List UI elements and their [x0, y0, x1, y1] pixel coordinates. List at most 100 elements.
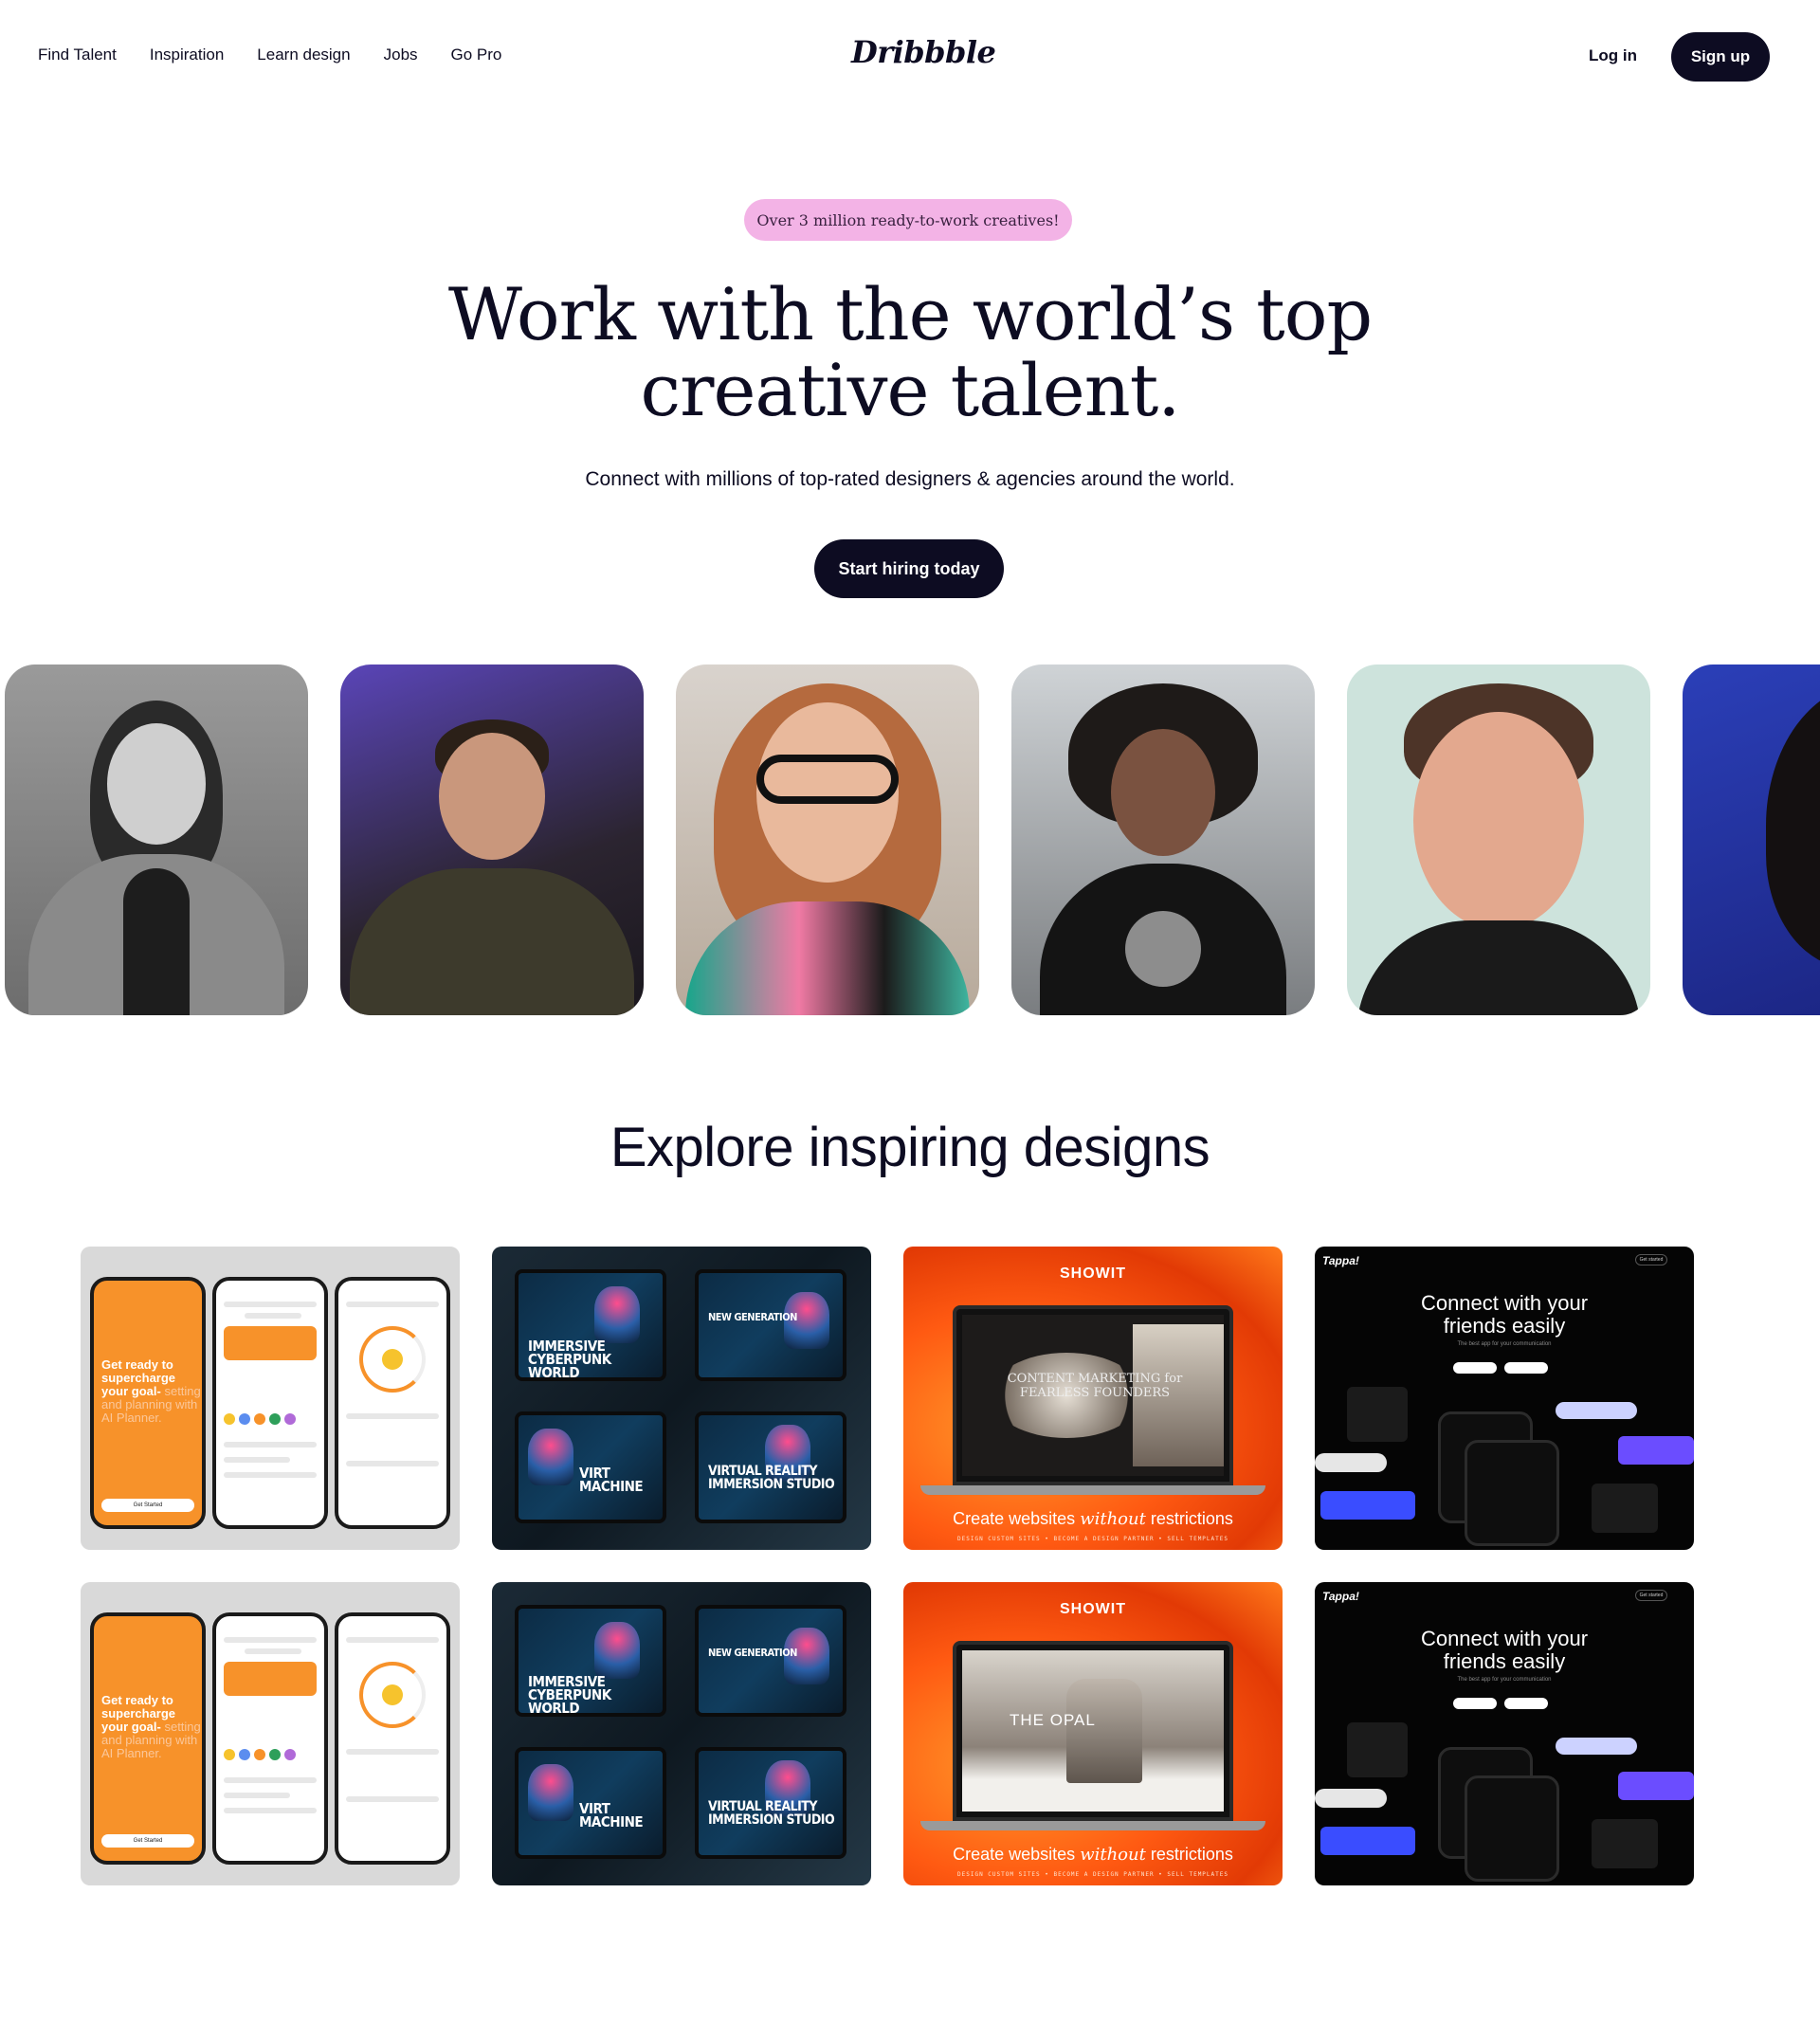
shot-ai-planner[interactable]: Get ready to supercharge your goal- sett… [81, 1582, 460, 1885]
ui-bar [224, 1808, 317, 1813]
showit-logo: SHOWIT [1060, 1265, 1126, 1282]
ui-bar [224, 1302, 317, 1307]
phone-mockup [335, 1612, 450, 1865]
ui-bar [224, 1472, 317, 1478]
ui-bar [346, 1413, 439, 1419]
category-dots [224, 1749, 296, 1760]
designer-body [685, 901, 970, 1015]
message-bubble [1618, 1772, 1694, 1800]
ui-bar [346, 1302, 439, 1307]
ui-bar [224, 1793, 290, 1798]
designer-video-card[interactable] [1683, 665, 1820, 1015]
shot-showit[interactable]: SHOWIT THE OPAL Create websites without … [903, 1582, 1283, 1885]
shot-cyberpunk[interactable]: IMMERSIVE CYBERPUNK WORLD NEW GENERATION… [492, 1582, 871, 1885]
vr-figure [528, 1764, 573, 1821]
laptop-mockup: CONTENT MARKETING for FEARLESS FOUNDERS [953, 1305, 1233, 1485]
login-link[interactable]: Log in [1589, 46, 1637, 65]
planner-get-started: Get Started [101, 1499, 194, 1512]
signup-button[interactable]: Sign up [1671, 32, 1770, 82]
shot-ai-planner[interactable]: Get ready to supercharge your goal- sett… [81, 1247, 460, 1550]
shot-tappa[interactable]: Tappa! Get started Connect with your frie… [1315, 1582, 1694, 1885]
translation-widget [1347, 1722, 1408, 1777]
designer-face [439, 733, 545, 860]
designer-video-card[interactable] [676, 665, 979, 1015]
nav-go-pro[interactable]: Go Pro [451, 46, 502, 64]
tappa-headline: Connect with your friends easily [1420, 1627, 1589, 1673]
cyber-title: VIRT MACHINE [579, 1465, 644, 1495]
vr-figure [594, 1286, 640, 1343]
cyber-title: NEW GENERATION [708, 1647, 797, 1659]
dribbble-logo[interactable]: Dribbble [851, 34, 996, 70]
shot-showit[interactable]: SHOWIT CONTENT MARKETING for FEARLESS FO… [903, 1247, 1283, 1550]
designer-shirt [123, 868, 190, 1015]
designer-video-card[interactable] [1347, 665, 1650, 1015]
laptop-screen: CONTENT MARKETING for FEARLESS FOUNDERS [962, 1315, 1224, 1476]
designer-carousel[interactable] [0, 665, 1820, 1015]
category-dots [224, 1413, 296, 1425]
vr-figure [594, 1622, 640, 1679]
message-bubble [1618, 1436, 1694, 1465]
tablet-mockup: NEW GENERATION [695, 1605, 846, 1717]
laptop-base [920, 1485, 1265, 1495]
voice-message [1315, 1453, 1387, 1472]
nav-find-talent[interactable]: Find Talent [38, 46, 117, 64]
designer-video-card[interactable] [340, 665, 644, 1015]
nav-inspiration[interactable]: Inspiration [150, 46, 224, 64]
designer-face [1111, 729, 1215, 856]
tappa-logo: Tappa! [1322, 1590, 1359, 1603]
app-store-badge [1453, 1362, 1497, 1374]
google-play-badge [1504, 1362, 1548, 1374]
showit-footer: DESIGN CUSTOM SITES • BECOME A DESIGN PA… [957, 1536, 1228, 1542]
cyber-title: IMMERSIVE CYBERPUNK WORLD [528, 1673, 611, 1717]
audio-wave-widget [1592, 1819, 1658, 1868]
contact-chip [1556, 1402, 1637, 1419]
designer-video-card[interactable] [5, 665, 308, 1015]
tappa-subtitle: The best app for your communication [1457, 1341, 1552, 1347]
phone-mockup [335, 1277, 450, 1529]
phone-mockup [1465, 1775, 1559, 1882]
planner-headline: Get ready to supercharge your goal- sett… [101, 1693, 201, 1760]
shirt-graphic [1125, 911, 1201, 987]
designer-face [107, 723, 206, 845]
translation-widget [1347, 1387, 1408, 1442]
showit-tagline: Create websites without restrictions [953, 1845, 1233, 1865]
vr-figure [528, 1429, 573, 1485]
hero-subtitle: Connect with millions of top-rated desig… [585, 468, 1235, 490]
tappa-subtitle: The best app for your communication [1457, 1677, 1552, 1683]
tablet-mockup: IMMERSIVE CYBERPUNK WORLD [515, 1605, 666, 1717]
start-hiring-button[interactable]: Start hiring today [814, 539, 1004, 598]
cyber-title: VIRTUAL REALITY IMMERSION STUDIO [708, 1464, 835, 1492]
phone-mockup: Get ready to supercharge your goal- sett… [90, 1277, 206, 1529]
shot-cyberpunk[interactable]: IMMERSIVE CYBERPUNK WORLD NEW GENERATION… [492, 1247, 871, 1550]
designer-body [1356, 920, 1641, 1015]
blender-photo [1066, 1679, 1142, 1783]
tablet-mockup: VIRTUAL REALITY IMMERSION STUDIO [695, 1411, 846, 1523]
message-bubble [1320, 1491, 1415, 1520]
glasses-icon [756, 755, 899, 804]
cyber-title: VIRTUAL REALITY IMMERSION STUDIO [708, 1799, 835, 1828]
ui-bar [224, 1777, 317, 1783]
designer-video-card[interactable] [1011, 665, 1315, 1015]
shot-tappa[interactable]: Tappa! Get started Connect with your frie… [1315, 1247, 1694, 1550]
ui-bar [224, 1442, 317, 1447]
tappa-get-started: Get started [1635, 1254, 1667, 1265]
ui-bar [245, 1648, 301, 1654]
laptop-mockup: THE OPAL [953, 1641, 1233, 1821]
showit-screen-text: CONTENT MARKETING for FEARLESS FOUNDERS [1007, 1372, 1183, 1400]
showit-footer: DESIGN CUSTOM SITES • BECOME A DESIGN PA… [957, 1871, 1228, 1878]
message-bubble [1320, 1827, 1415, 1855]
tablet-mockup: VIRT MACHINE [515, 1747, 666, 1859]
hero-title: Work with the world’s top creative talen… [341, 277, 1479, 428]
tablet-mockup: VIRTUAL REALITY IMMERSION STUDIO [695, 1747, 846, 1859]
nav-jobs[interactable]: Jobs [384, 46, 418, 64]
nav-learn-design[interactable]: Learn design [257, 46, 350, 64]
tablet-mockup: IMMERSIVE CYBERPUNK WORLD [515, 1269, 666, 1381]
sunglasses-emoji-icon [382, 1349, 403, 1370]
hero-title-line2: creative talent. [640, 348, 1181, 432]
sunglasses-emoji-icon [382, 1684, 403, 1705]
phone-mockup [1465, 1440, 1559, 1546]
showit-screen-text: THE OPAL [1010, 1711, 1096, 1729]
cyber-title: NEW GENERATION [708, 1311, 797, 1323]
ui-bar [224, 1457, 290, 1463]
tappa-headline: Connect with your friends easily [1420, 1291, 1589, 1338]
